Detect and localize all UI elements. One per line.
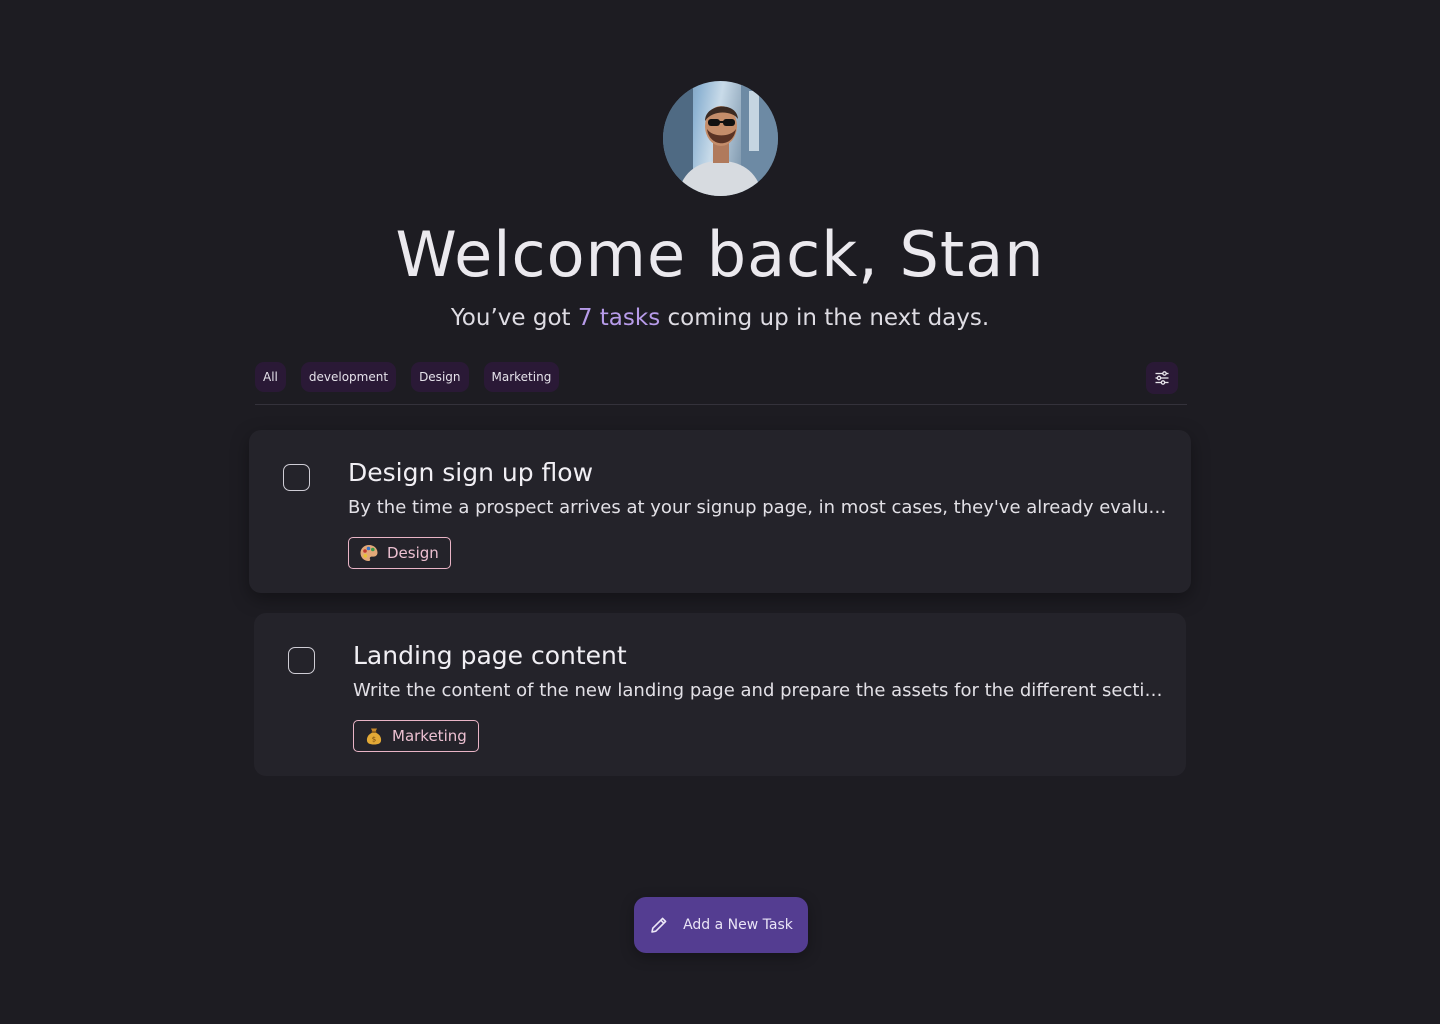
task-checkbox[interactable] — [283, 464, 310, 491]
palette-icon — [360, 545, 378, 561]
task-tag-marketing[interactable]: $ Marketing — [353, 720, 479, 752]
subtitle-prefix: You’ve got — [450, 305, 578, 331]
sliders-icon — [1155, 371, 1169, 385]
pencil-icon — [651, 917, 667, 933]
task-tag-label: Marketing — [392, 727, 467, 745]
task-card[interactable]: Landing page content Write the content o… — [254, 613, 1186, 776]
filter-settings-button[interactable] — [1146, 362, 1178, 394]
add-task-label: Add a New Task — [683, 917, 793, 933]
add-task-button[interactable]: Add a New Task — [634, 897, 808, 953]
task-count-highlight: 7 tasks — [577, 305, 661, 331]
task-description: Write the content of the new landing pag… — [353, 680, 1173, 701]
page-title: Welcome back, Stan — [395, 218, 1045, 291]
filter-chip-all[interactable]: All — [255, 362, 286, 392]
task-description: By the time a prospect arrives at your s… — [348, 497, 1168, 518]
task-tag-design[interactable]: Design — [348, 537, 451, 569]
divider — [255, 404, 1187, 405]
filter-chip-marketing[interactable]: Marketing — [483, 362, 560, 392]
task-card[interactable]: Design sign up flow By the time a prospe… — [249, 430, 1191, 593]
money-bag-icon: $ — [366, 728, 382, 745]
task-checkbox[interactable] — [288, 647, 315, 674]
svg-text:$: $ — [372, 736, 376, 744]
page-subtitle: You’ve got 7 tasks coming up in the next… — [0, 305, 1440, 331]
task-title: Landing page content — [353, 641, 627, 670]
subtitle-suffix: coming up in the next days. — [660, 305, 990, 331]
page: Welcome back, Stan You’ve got 7 tasks co… — [0, 0, 1440, 1024]
filter-chip-design[interactable]: Design — [411, 362, 469, 392]
avatar — [663, 81, 778, 196]
task-title: Design sign up flow — [348, 458, 594, 487]
task-tag-label: Design — [387, 544, 439, 562]
filter-chip-development[interactable]: development — [300, 362, 397, 392]
filter-bar: All development Design Marketing — [255, 362, 560, 392]
